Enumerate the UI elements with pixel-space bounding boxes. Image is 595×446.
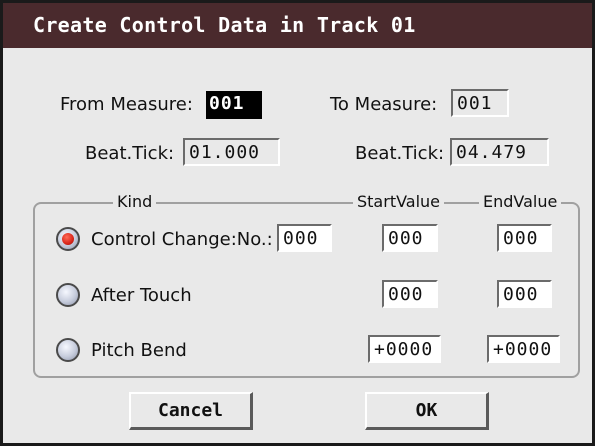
- to-beat-tick-label: Beat.Tick:: [355, 143, 445, 164]
- to-measure-label: To Measure:: [330, 94, 438, 115]
- control-change-radio[interactable]: [56, 227, 80, 251]
- control-change-start-value[interactable]: 000: [382, 224, 438, 252]
- after-touch-label: After Touch: [91, 285, 192, 306]
- pitch-bend-start-value[interactable]: +0000: [368, 335, 441, 363]
- radio-selected-dot: [62, 233, 74, 245]
- pitch-bend-label: Pitch Bend: [91, 340, 187, 361]
- from-measure-label: From Measure:: [60, 94, 193, 115]
- kind-group-label: Kind: [113, 193, 157, 211]
- after-touch-end-value[interactable]: 000: [497, 280, 552, 308]
- control-change-end-value[interactable]: 000: [497, 224, 552, 252]
- end-value-header: EndValue: [479, 193, 562, 211]
- pitch-bend-end-value[interactable]: +0000: [487, 335, 560, 363]
- control-change-number-field[interactable]: 000: [277, 224, 332, 252]
- from-beat-tick-field[interactable]: 01.000: [183, 138, 280, 166]
- control-change-label: Control Change:No.:: [91, 229, 273, 250]
- cancel-button[interactable]: Cancel: [129, 392, 253, 430]
- dialog-title: Create Control Data in Track 01: [3, 3, 592, 48]
- from-measure-field[interactable]: 001: [206, 91, 262, 119]
- to-measure-field[interactable]: 001: [451, 89, 509, 117]
- pitch-bend-radio[interactable]: [56, 338, 80, 362]
- start-value-header: StartValue: [353, 193, 445, 211]
- to-beat-tick-field[interactable]: 04.479: [450, 138, 549, 166]
- after-touch-start-value[interactable]: 000: [382, 280, 438, 308]
- create-control-data-dialog: Create Control Data in Track 01 From Mea…: [0, 0, 595, 446]
- after-touch-radio[interactable]: [56, 283, 80, 307]
- ok-button[interactable]: OK: [365, 392, 489, 430]
- from-beat-tick-label: Beat.Tick:: [85, 143, 175, 164]
